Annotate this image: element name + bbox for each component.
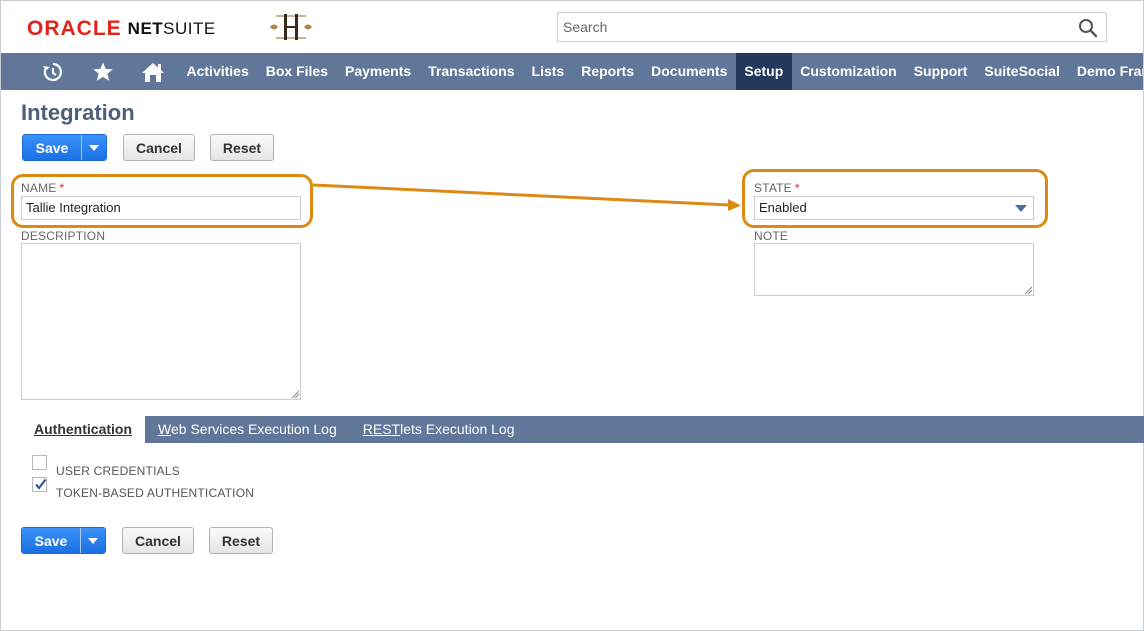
token-based-auth-checkbox[interactable] (32, 476, 47, 492)
bottom-button-bar: Save Cancel Reset (21, 527, 273, 554)
save-button[interactable]: Save (21, 527, 106, 554)
cancel-button[interactable]: Cancel (122, 527, 194, 554)
checkmark-icon (35, 478, 47, 490)
reset-button[interactable]: Reset (209, 527, 273, 554)
token-based-auth-label: TOKEN-BASED AUTHENTICATION (56, 486, 255, 500)
tab-restlets-execution-log[interactable]: RESTlets Execution Log (350, 416, 528, 443)
tab-web-services-execution-log[interactable]: Web Services Execution Log (145, 416, 350, 443)
save-button-label[interactable]: Save (22, 528, 80, 553)
save-dropdown-arrow-icon[interactable] (80, 528, 105, 553)
tab-authentication[interactable]: Authentication (21, 416, 146, 443)
token-based-auth-row: TOKEN-BASED AUTHENTICATION (32, 468, 254, 500)
subtab-bar: Authentication Web Services Execution Lo… (21, 416, 1144, 443)
